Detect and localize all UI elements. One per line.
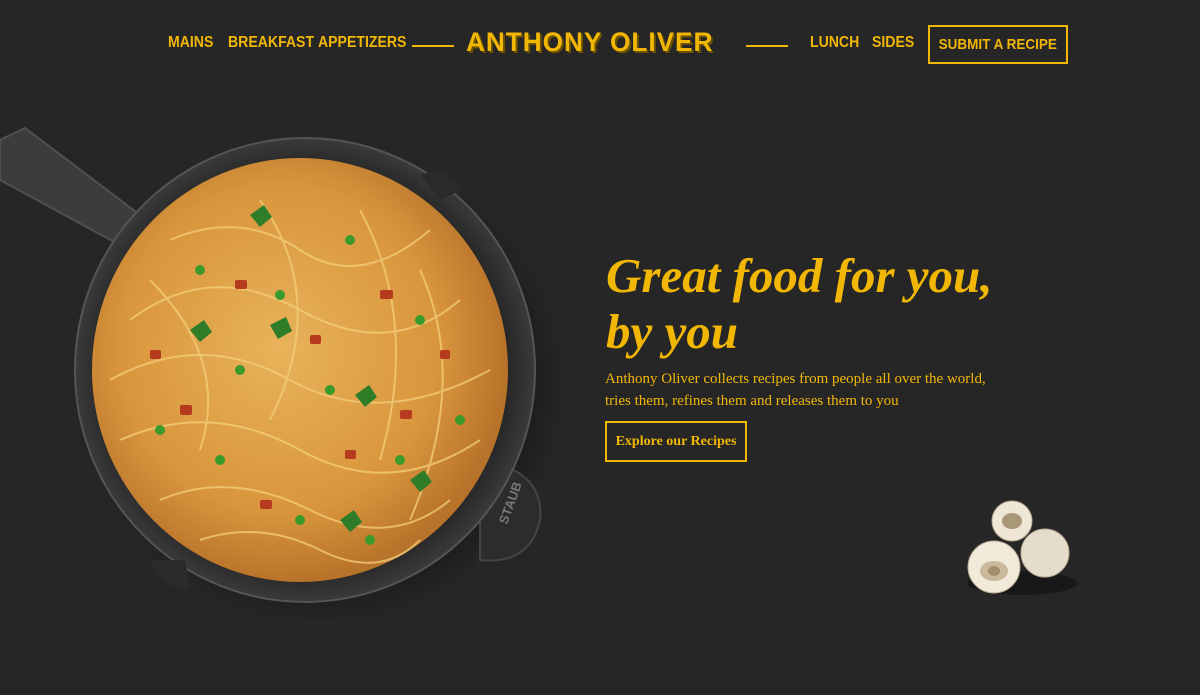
nav-link-breakfast[interactable]: BREAKFAST	[228, 34, 314, 52]
nav-divider-left	[412, 45, 454, 47]
top-navigation: MAINS BREAKFAST APPETIZERS ANTHONY OLIVE…	[0, 0, 1200, 90]
hero-title-line2: by you	[606, 304, 738, 359]
nav-link-sides[interactable]: SIDES	[872, 34, 914, 52]
mushrooms-illustration	[967, 500, 1077, 595]
hero-description: Anthony Oliver collects recipes from peo…	[605, 368, 1025, 412]
hero-description-line1: Anthony Oliver collects recipes from peo…	[605, 371, 986, 387]
nav-link-mains[interactable]: MAINS	[168, 34, 213, 52]
explore-recipes-button[interactable]: Explore our Recipes	[605, 421, 747, 462]
mushrooms-image	[960, 495, 1080, 600]
hero-description-line2: tries them, refines them and releases th…	[605, 393, 899, 409]
brand-logo[interactable]: ANTHONY OLIVER	[466, 27, 713, 58]
nav-link-appetizers[interactable]: APPETIZERS	[318, 34, 406, 52]
submit-recipe-button[interactable]: SUBMIT A RECIPE	[928, 25, 1068, 64]
skillet-illustration: STAUB	[0, 126, 565, 625]
spaghetti-skillet-image: STAUB	[0, 120, 565, 625]
submit-recipe-label: SUBMIT A RECIPE	[938, 36, 1058, 53]
nav-link-lunch[interactable]: LUNCH	[810, 34, 859, 52]
hero-title-line1: Great food for you,	[606, 248, 993, 303]
nav-divider-right	[746, 45, 788, 47]
hero-title: Great food for you, by you	[606, 248, 1126, 360]
